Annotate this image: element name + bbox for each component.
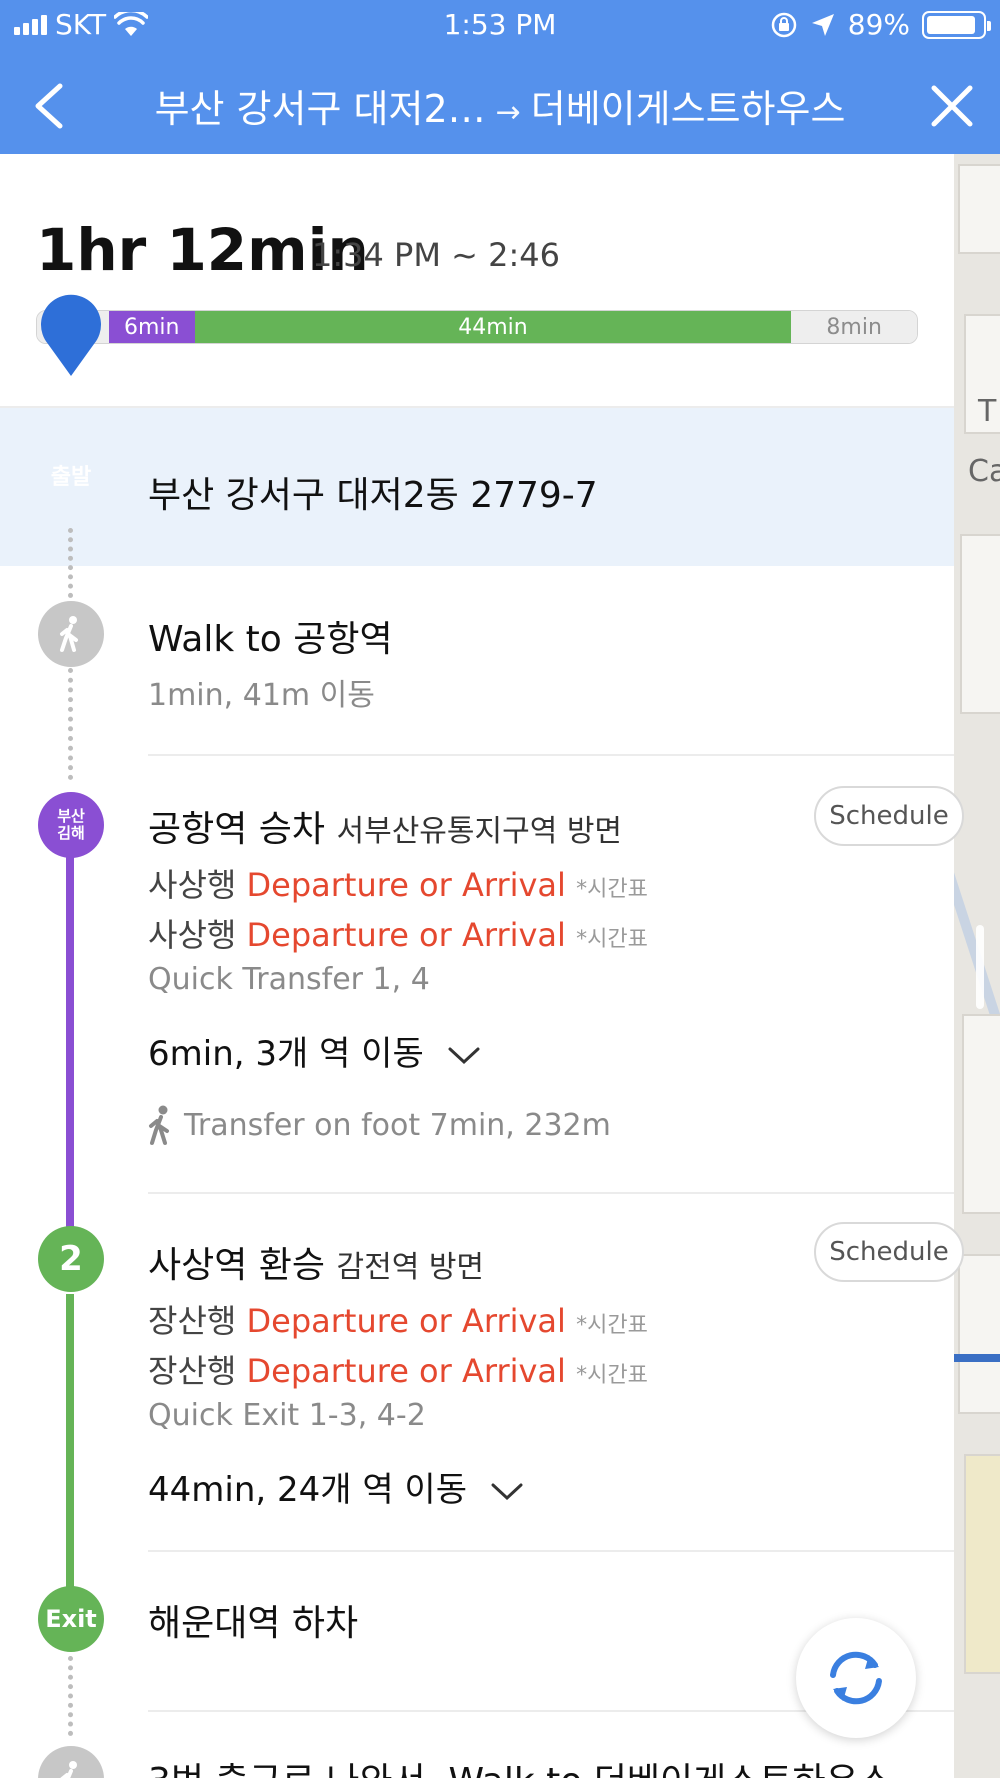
segment-purple: 6min [108, 311, 195, 343]
line2-rail [66, 1294, 74, 1614]
refresh-icon [830, 1651, 882, 1705]
leg1-stops-toggle[interactable]: 6min, 3개 역 이동 [148, 1026, 481, 1075]
leg2-direction: 감전역 방면 [336, 1250, 485, 1285]
destination-label: 더베이게스트하우스 [530, 87, 846, 131]
schedule-button[interactable]: Schedule [814, 1222, 964, 1282]
battery-percent: 89% [847, 8, 910, 41]
battery-fill [927, 15, 976, 34]
start-badge: 출발 [50, 465, 92, 490]
route-summary: 1hr 12min 1:34 PM ~ 2:46 1min6min44min8m… [0, 154, 954, 408]
route-header: 부산 강서구 대저2… → 더베이게스트하우스 [0, 60, 1000, 150]
walk-icon [149, 1105, 169, 1145]
walk1-detail: 1min, 41m 이동 [148, 678, 375, 713]
map-block [958, 164, 1000, 254]
walk-rail [68, 1656, 73, 1736]
chevron-down-icon [448, 1047, 480, 1065]
segment-green: 44min [194, 311, 792, 343]
exit-station: 해운대역 하차 [148, 1603, 359, 1644]
leg1-stops: 6min, 3개 역 이동 [148, 1034, 424, 1074]
close-button[interactable] [924, 78, 980, 134]
line2-badge: 2 [38, 1226, 104, 1292]
route-title[interactable]: 부산 강서구 대저2… → 더베이게스트하우스 [110, 78, 890, 133]
leg2-station: 사상역 환승 감전역 방면 [148, 1236, 484, 1288]
leg2-row-status: Departure or Arrival [246, 1302, 566, 1340]
transfer-on-foot: Transfer on foot 7min, 232m [146, 1104, 611, 1146]
leg2-station-name: 사상역 환승 [148, 1245, 326, 1286]
map-block [962, 1014, 1000, 1214]
leg1-row: 사상행 Departure or Arrival *시간표 [148, 910, 648, 956]
top-bar: SKT 1:53 PM 89% 부산 강서구 대저2… → 더베이게스트하우스 [0, 0, 1000, 154]
walk-rail [68, 528, 73, 598]
map-block [960, 534, 1000, 714]
map-route-line [954, 1354, 1000, 1362]
leg2-row-note[interactable]: *시간표 [576, 1313, 648, 1338]
walk-icon [38, 601, 104, 667]
schedule-button[interactable]: Schedule [814, 786, 964, 846]
leg1-quick-transfer: Quick Transfer 1, 4 [148, 962, 430, 997]
leg2-row-note[interactable]: *시간표 [576, 1363, 648, 1388]
leg1-direction: 서부산유통지구역 방면 [336, 814, 623, 849]
leg1-row-dest: 사상행 [148, 916, 237, 954]
segment-bar: 1min6min44min8min [36, 310, 918, 344]
exit-badge: Exit [38, 1586, 104, 1652]
walk1-title: Walk to 공항역 [148, 619, 393, 660]
leg1-row-dest: 사상행 [148, 866, 237, 904]
battery-icon [922, 10, 991, 39]
origin-label: 부산 강서구 대저2… [154, 87, 486, 131]
scroll-indicator[interactable] [976, 925, 984, 1009]
leg1-station-name: 공항역 승차 [148, 809, 326, 850]
leg2-stops: 44min, 24개 역 이동 [148, 1470, 467, 1510]
divider [148, 1192, 954, 1194]
status-right: 89% [770, 8, 991, 41]
leg2-row: 장산행 Departure or Arrival *시간표 [148, 1346, 648, 1392]
walk-rail [68, 668, 73, 780]
map-label: Ca [968, 454, 1000, 489]
time-range: 1:34 PM ~ 2:46 [312, 236, 560, 274]
map-block [964, 1454, 1000, 1674]
map-block [958, 1254, 1000, 1414]
walk2-title: 3번 출구로 나와서, Walk to 더베이게스트하우스 [148, 1752, 892, 1778]
line1-rail [66, 842, 74, 1262]
start-address: 부산 강서구 대저2동 2779-7 [148, 475, 598, 516]
start-pin-icon [41, 294, 101, 376]
leg1-row-note[interactable]: *시간표 [576, 877, 648, 902]
status-bar: SKT 1:53 PM 89% [0, 0, 1000, 50]
leg2-row: 장산행 Departure or Arrival *시간표 [148, 1296, 648, 1342]
back-button[interactable] [24, 78, 80, 134]
leg2-row-dest: 장산행 [148, 1302, 237, 1340]
leg2-row-dest: 장산행 [148, 1352, 237, 1390]
route-panel: 1hr 12min 1:34 PM ~ 2:46 1min6min44min8m… [0, 154, 954, 1778]
location-arrow-icon [811, 13, 834, 36]
busan-gimhae-line-badge: 부산 김해 [38, 792, 104, 858]
leg2-stops-toggle[interactable]: 44min, 24개 역 이동 [148, 1462, 524, 1511]
chevron-down-icon [491, 1483, 523, 1501]
leg2-quick-exit: Quick Exit 1-3, 4-2 [148, 1398, 426, 1433]
rotation-lock-icon [771, 12, 797, 37]
map-label: T [978, 394, 997, 429]
leg1-row-note[interactable]: *시간표 [576, 927, 648, 952]
transfer-text: Transfer on foot 7min, 232m [184, 1107, 611, 1143]
segment-walk: 8min [791, 311, 917, 343]
leg1-row: 사상행 Departure or Arrival *시간표 [148, 860, 648, 906]
refresh-button[interactable] [796, 1618, 916, 1738]
leg1-row-status: Departure or Arrival [246, 916, 566, 954]
divider [148, 1550, 954, 1552]
route-arrow: → [495, 95, 521, 130]
divider [148, 754, 954, 756]
start-row[interactable]: 부산 강서구 대저2동 2779-7 [0, 408, 954, 566]
leg1-station: 공항역 승차 서부산유통지구역 방면 [148, 800, 622, 852]
leg1-row-status: Departure or Arrival [246, 866, 566, 904]
leg2-row-status: Departure or Arrival [246, 1352, 566, 1390]
